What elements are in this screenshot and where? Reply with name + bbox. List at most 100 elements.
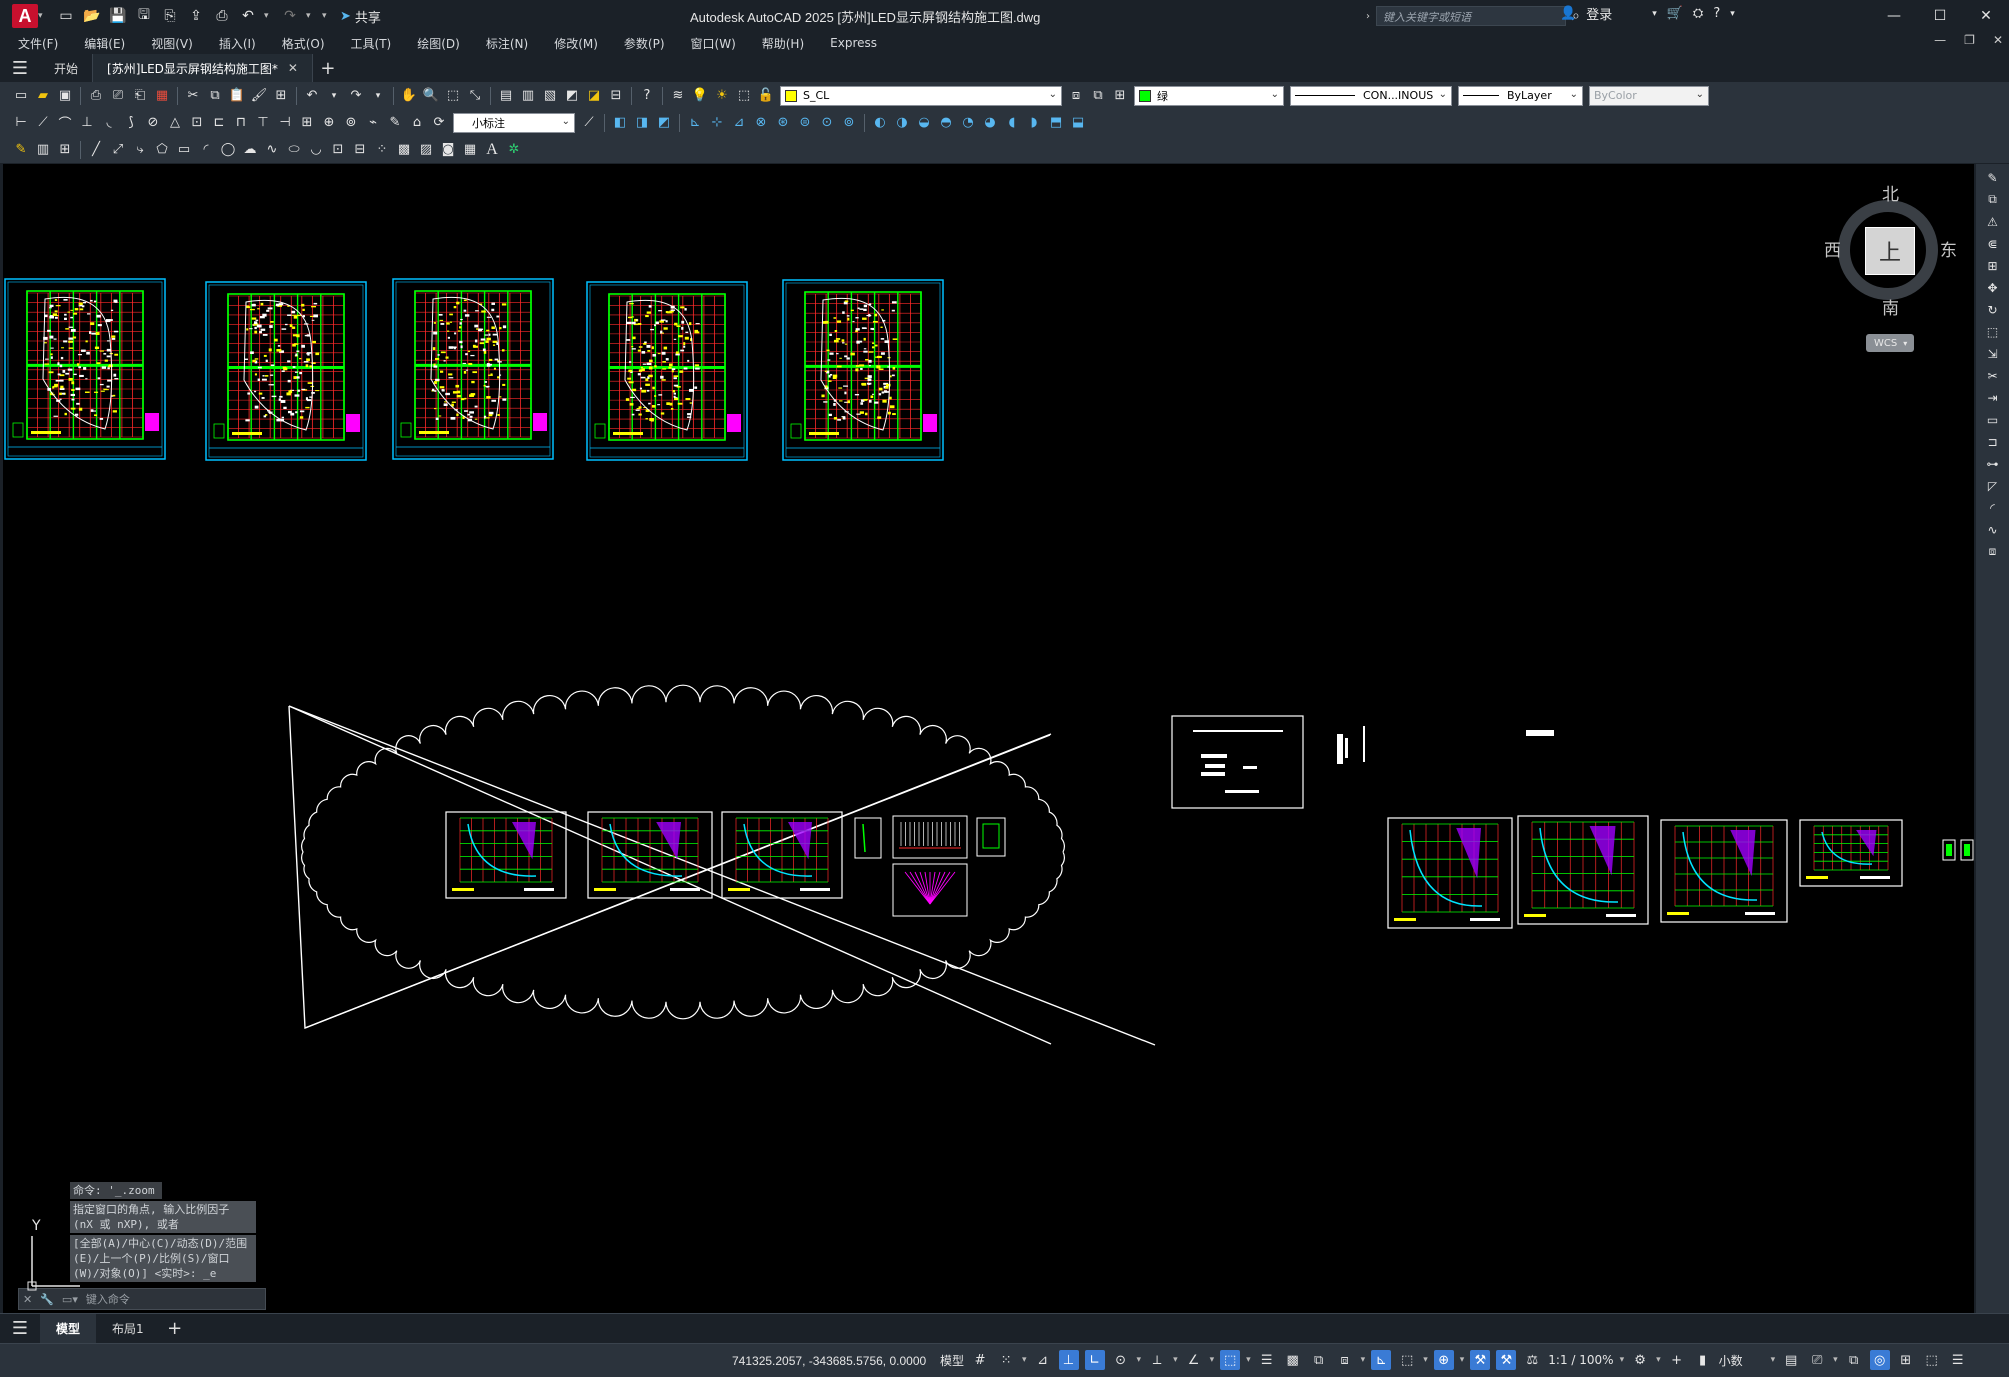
compass-west[interactable]: 西 <box>1824 236 1841 261</box>
tolerance-icon[interactable]: ⊞ <box>296 112 318 134</box>
osnap-caret-icon[interactable]: ▾ <box>1246 1355 1251 1365</box>
plotstyle-dropdown[interactable]: ByColor ⌄ <box>1589 85 1709 106</box>
draworder-above-icon[interactable]: ◩ <box>653 112 675 134</box>
layout-menu-icon[interactable]: ☰ <box>0 1315 40 1343</box>
ucs-zaxis-icon[interactable]: ⊚ <box>838 112 860 134</box>
dim-space-icon[interactable]: ⊤ <box>252 112 274 134</box>
3d-osnap-icon[interactable]: ⧈ <box>1335 1350 1355 1370</box>
undo-icon[interactable]: ↶ <box>238 6 258 26</box>
add-selected-icon[interactable]: ✲ <box>503 139 525 161</box>
selection-cycling-icon[interactable]: ⧉ <box>1309 1350 1329 1370</box>
app-menu-caret-icon[interactable]: ▾ <box>38 11 48 21</box>
view-nw-iso-icon[interactable]: ⬓ <box>1067 112 1089 134</box>
jogged-linear-icon[interactable]: ⌁ <box>362 112 384 134</box>
gradient-icon[interactable]: ▨ <box>415 139 437 161</box>
view-back-icon[interactable]: ◕ <box>979 112 1001 134</box>
menu-edit[interactable]: 编辑(E) <box>84 35 125 52</box>
help-icon[interactable]: ? <box>636 85 658 107</box>
3d-osnap-caret-icon[interactable]: ▾ <box>1361 1355 1366 1365</box>
draworder-front-icon[interactable]: ◧ <box>609 112 631 134</box>
dim-diameter-icon[interactable]: ⊘ <box>142 112 164 134</box>
doc-restore-icon[interactable]: ❐ <box>1964 33 1975 47</box>
workspace-caret-icon[interactable]: ▾ <box>1656 1355 1661 1365</box>
menu-file[interactable]: 文件(F) <box>18 35 58 52</box>
region-icon[interactable]: ◙ <box>437 139 459 161</box>
selection-filter-icon[interactable]: ⬚ <box>1397 1350 1417 1370</box>
annotation-monitor-icon[interactable]: + <box>1667 1350 1687 1370</box>
layer-previous-icon[interactable]: ⧉ <box>1087 85 1109 107</box>
grid-icon[interactable]: # <box>970 1350 990 1370</box>
paste-icon[interactable]: 📋 <box>226 85 248 107</box>
view-bottom-icon[interactable]: ◑ <box>891 112 913 134</box>
menu-view[interactable]: 视图(V) <box>151 35 193 52</box>
auto-scale-icon[interactable]: ⚒ <box>1496 1350 1517 1370</box>
cart-icon[interactable]: 🛒 <box>1667 6 1683 21</box>
open-folder-icon[interactable]: 📂 <box>82 6 102 26</box>
pan-icon[interactable]: ✋ <box>398 85 420 107</box>
workspace-gear-icon[interactable]: ⚙ <box>1630 1350 1650 1370</box>
color-dropdown[interactable]: 绿 ⌄ <box>1134 85 1284 106</box>
layer-dropdown[interactable]: S_CL ⌄ <box>780 85 1062 106</box>
gizmo-icon[interactable]: ⊕ <box>1433 1350 1454 1370</box>
break-icon[interactable]: ⊐ <box>1982 432 2004 451</box>
ucs-world-icon[interactable]: ⊹ <box>706 112 728 134</box>
dim-break-icon[interactable]: ⊣ <box>274 112 296 134</box>
menu-draw[interactable]: 绘图(D) <box>417 35 460 52</box>
dim-ordinate-icon[interactable]: ⊥ <box>76 112 98 134</box>
stretch-icon[interactable]: ⇲ <box>1982 344 2004 363</box>
annotation-scale-value[interactable]: 1:1 / 100% <box>1548 1353 1613 1367</box>
new-tab-icon[interactable]: + <box>313 58 343 79</box>
extend-icon[interactable]: ⇥ <box>1982 388 2004 407</box>
tab-document[interactable]: [苏州]LED显示屏钢结构施工图* ✕ <box>93 54 313 82</box>
revision-cloud-icon[interactable]: ☁ <box>239 139 261 161</box>
dim-aligned-icon[interactable]: ⟋ <box>32 112 54 134</box>
qat-customize-icon[interactable]: ▾ <box>322 11 332 21</box>
hatch-icon[interactable]: ▩ <box>393 139 415 161</box>
coordinate-readout[interactable]: 741325.2057, -343685.5756, 0.0000 <box>732 1354 926 1368</box>
compass-south[interactable]: 南 <box>1882 294 1899 319</box>
doc-minimize-icon[interactable]: — <box>1934 33 1946 47</box>
break-point-icon[interactable]: ▭ <box>1982 410 2004 429</box>
annotation-scale-icon[interactable]: ⚖ <box>1522 1350 1542 1370</box>
move-icon[interactable]: ✥ <box>1982 278 2004 297</box>
menu-express[interactable]: Express <box>830 36 877 50</box>
scale-caret-icon[interactable]: ▾ <box>1620 1355 1625 1365</box>
layer-lock-icon[interactable]: 🔓 <box>755 85 777 107</box>
inspection-icon[interactable]: ⊚ <box>340 112 362 134</box>
calculator-icon[interactable]: ⊟ <box>605 85 627 107</box>
dim-baseline-icon[interactable]: ⊏ <box>208 112 230 134</box>
write-block-icon[interactable]: ▥ <box>32 139 54 161</box>
layer-vp-icon[interactable]: ⬚ <box>733 85 755 107</box>
isolate-objects-icon[interactable]: ⧉ <box>1844 1350 1864 1370</box>
ellipse-arc-icon[interactable]: ◡ <box>305 139 327 161</box>
dim-jogged-icon[interactable]: ⟆ <box>120 112 142 134</box>
isodraft-caret-icon[interactable]: ▾ <box>1173 1355 1178 1365</box>
viewcube[interactable]: 上 北 南 东 西 <box>1824 185 1957 336</box>
ucs-origin-icon[interactable]: ⊙ <box>816 112 838 134</box>
new-file-icon[interactable]: ▭ <box>56 6 76 26</box>
polygon-icon[interactable]: ⬠ <box>151 139 173 161</box>
menu-tools[interactable]: 工具(T) <box>351 35 392 52</box>
hardware-acceleration-icon[interactable]: ◎ <box>1869 1350 1890 1370</box>
cut-icon[interactable]: ✂ <box>182 85 204 107</box>
polyline-icon[interactable]: ⤷ <box>129 139 151 161</box>
open-web-icon[interactable]: ⎘ <box>160 6 180 26</box>
view-left-icon[interactable]: ◒ <box>913 112 935 134</box>
dim-arc-icon[interactable]: ⌒ <box>54 112 76 134</box>
user-icon[interactable]: 👤 <box>1560 6 1576 21</box>
lineweight-icon[interactable]: ☰ <box>1257 1350 1277 1370</box>
dim-update-icon[interactable]: ⟳ <box>428 112 450 134</box>
blend-curves-icon[interactable]: ∿ <box>1982 520 2004 539</box>
viewcube-top-face[interactable]: 上 <box>1865 227 1915 275</box>
help-icon[interactable]: ? <box>1713 6 1720 21</box>
ucs-view-icon[interactable]: ⊜ <box>794 112 816 134</box>
transparency-icon[interactable]: ▩ <box>1283 1350 1303 1370</box>
construction-line-icon[interactable]: ⤢ <box>107 139 129 161</box>
dynamic-ucs-icon[interactable]: ⊾ <box>1371 1350 1392 1370</box>
open-icon[interactable]: ▰ <box>32 85 54 107</box>
dim-edit-icon[interactable]: ✎ <box>384 112 406 134</box>
minimize-icon[interactable]: — <box>1871 0 1917 32</box>
rectangle-icon[interactable]: ▭ <box>173 139 195 161</box>
layer-thaw-icon[interactable]: ☀ <box>711 85 733 107</box>
mtext-icon[interactable]: A <box>481 139 503 161</box>
